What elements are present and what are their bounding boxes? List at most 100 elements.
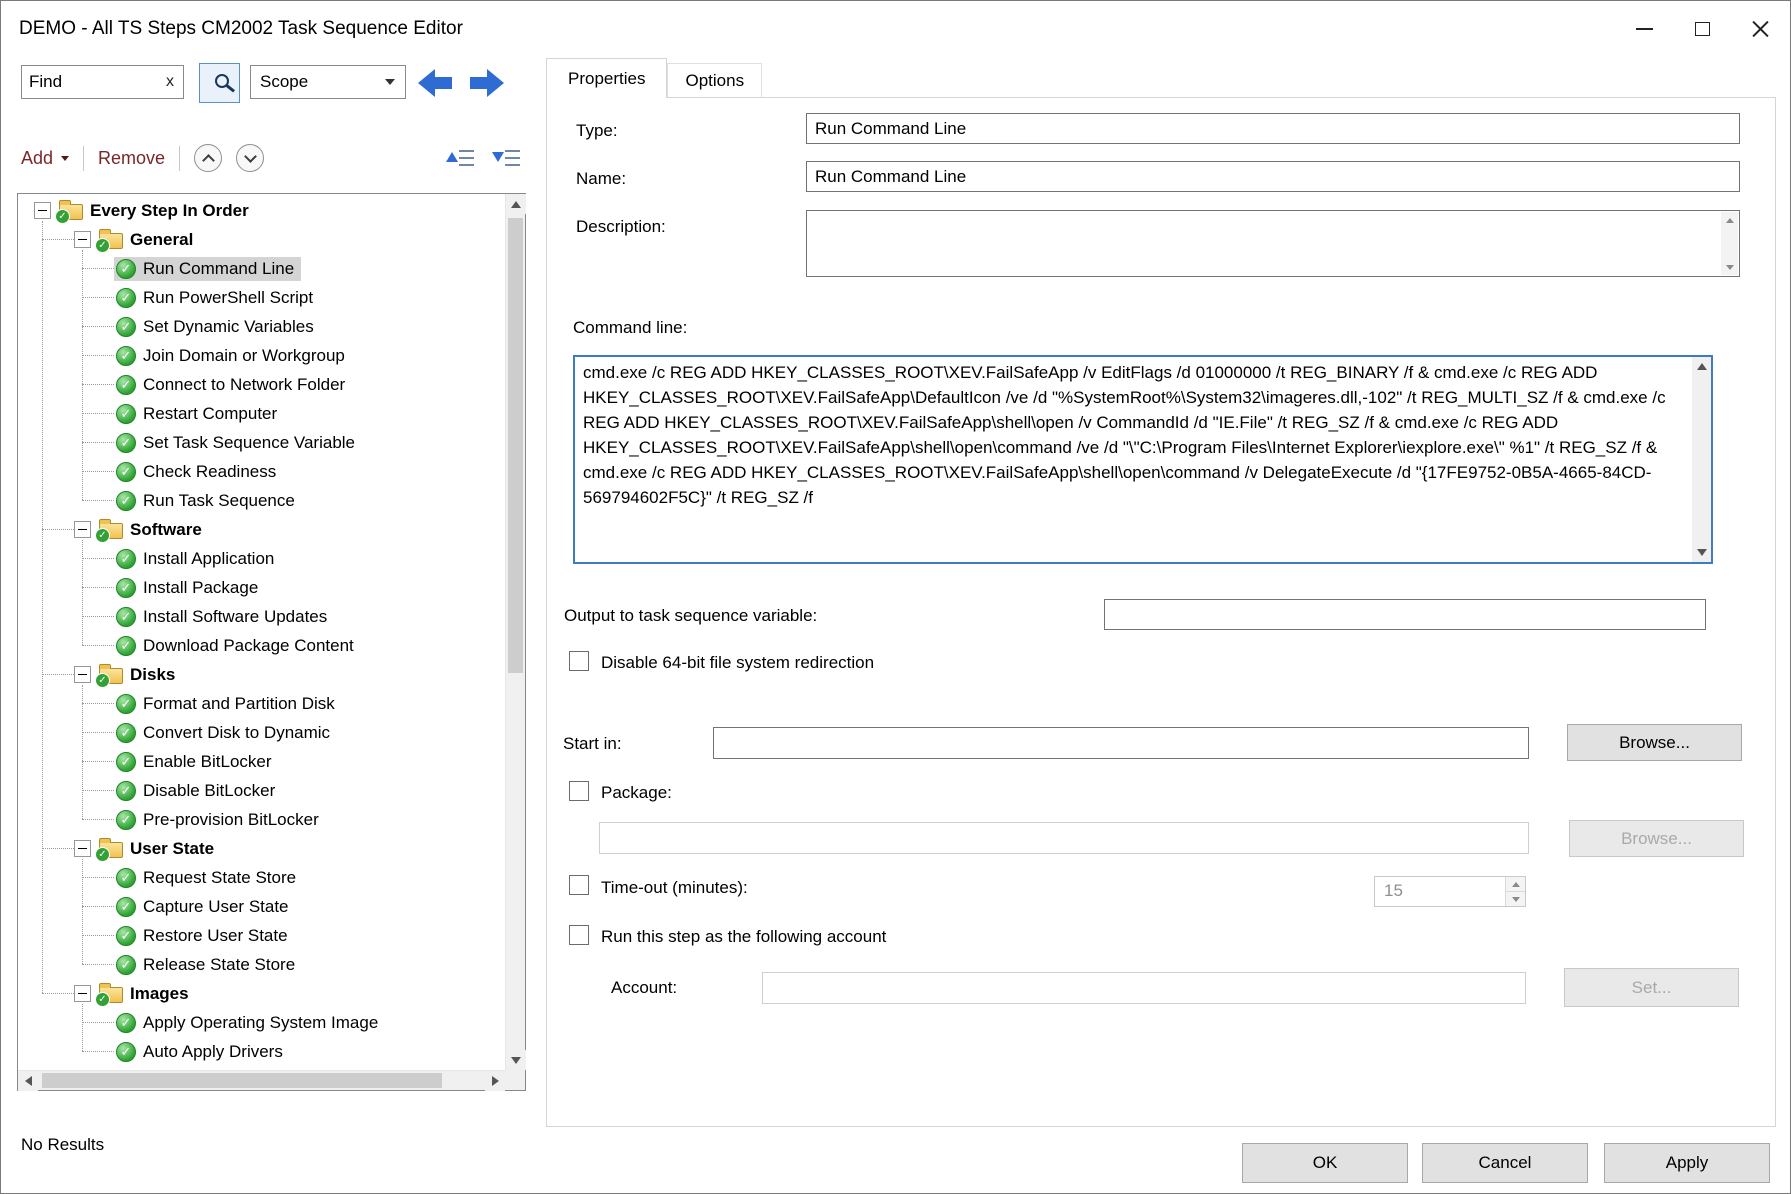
tree-connector-line [82,877,114,878]
move-down-button[interactable] [236,144,264,172]
ok-button[interactable]: OK [1242,1143,1408,1183]
timeout-checkbox[interactable] [569,875,589,895]
tree-item-format-and-partition-disk[interactable]: Format and Partition Disk [18,689,505,718]
scroll-up-button[interactable] [1692,357,1711,376]
tree-item-download-package-content[interactable]: Download Package Content [18,631,505,660]
tree-item-user-state[interactable]: User State [18,834,505,863]
tree-item-apply-operating-system-image[interactable]: Apply Operating System Image [18,1008,505,1037]
scope-dropdown[interactable]: Scope [250,65,406,99]
tree-connector-line [82,1022,114,1023]
timeout-spinner: 15 [1374,876,1526,907]
start-in-browse-button[interactable]: Browse... [1567,724,1742,761]
tree-expander-minus-icon[interactable] [74,840,91,857]
tree-item-label: Set Dynamic Variables [143,317,314,337]
type-field[interactable] [806,113,1740,144]
green-check-icon [116,694,136,714]
next-result-button[interactable] [463,67,507,99]
tree-item-run-powershell-script[interactable]: Run PowerShell Script [18,283,505,312]
tree-item-install-application[interactable]: Install Application [18,544,505,573]
tree-item-general[interactable]: General [18,225,505,254]
horizontal-scrollbar-thumb[interactable] [42,1073,442,1088]
description-scrollbar[interactable] [1721,212,1738,275]
tree-item-run-task-sequence[interactable]: Run Task Sequence [18,486,505,515]
tree-item-request-state-store[interactable]: Request State Store [18,863,505,892]
tree-item-images[interactable]: Images [18,979,505,1008]
tree-item-auto-apply-drivers[interactable]: Auto Apply Drivers [18,1037,505,1066]
scroll-up-button[interactable] [506,194,526,214]
move-up-button[interactable] [194,144,222,172]
tree-expander-minus-icon[interactable] [74,231,91,248]
tree-expander-minus-icon[interactable] [34,202,51,219]
search-button[interactable] [199,63,240,103]
tree-item-software[interactable]: Software [18,515,505,544]
tree-item-convert-disk-to-dynamic[interactable]: Convert Disk to Dynamic [18,718,505,747]
add-button[interactable]: Add [21,148,69,169]
package-checkbox[interactable] [569,781,589,801]
tree-item-capture-user-state[interactable]: Capture User State [18,892,505,921]
expand-all-button[interactable] [490,145,520,171]
tree-vertical-scrollbar[interactable] [505,194,525,1070]
command-line-field[interactable]: cmd.exe /c REG ADD HKEY_CLASSES_ROOT\XEV… [573,355,1713,564]
vertical-scrollbar-thumb[interactable] [508,218,523,673]
tree-connector-line [82,964,114,965]
scroll-left-button[interactable] [18,1071,38,1091]
description-field[interactable] [806,210,1740,277]
disable-redirection-checkbox[interactable] [569,651,589,671]
tree-item-set-dynamic-variables[interactable]: Set Dynamic Variables [18,312,505,341]
spinner-down-button[interactable] [1506,891,1525,906]
tree-view: Every Step In OrderGeneralRun Command Li… [18,194,505,1070]
close-button[interactable] [1731,1,1789,56]
name-field[interactable] [806,161,1740,192]
tree-expander-minus-icon[interactable] [74,666,91,683]
tree-expander-minus-icon[interactable] [74,985,91,1002]
tree-item-disable-bitlocker[interactable]: Disable BitLocker [18,776,505,805]
tree-item-disks[interactable]: Disks [18,660,505,689]
command-line-scrollbar[interactable] [1692,357,1711,562]
tree-item-enable-bitlocker[interactable]: Enable BitLocker [18,747,505,776]
tab-properties[interactable]: Properties [546,58,667,98]
scroll-up-button[interactable] [1721,212,1738,228]
tree-item-install-software-updates[interactable]: Install Software Updates [18,602,505,631]
green-check-icon [116,897,136,917]
apply-button[interactable]: Apply [1604,1143,1770,1183]
tree-item-label: Capture User State [143,897,289,917]
tree-item-connect-to-network-folder[interactable]: Connect to Network Folder [18,370,505,399]
tree-item-check-readiness[interactable]: Check Readiness [18,457,505,486]
tree-item-restart-computer[interactable]: Restart Computer [18,399,505,428]
tree-item-pre-provision-bitlocker[interactable]: Pre-provision BitLocker [18,805,505,834]
scope-dropdown-value: Scope [260,72,308,92]
output-variable-field[interactable] [1104,599,1706,630]
previous-result-button[interactable] [415,67,459,99]
remove-button[interactable]: Remove [98,148,165,169]
scroll-down-button[interactable] [506,1050,526,1070]
tree-item-run-command-line[interactable]: Run Command Line [18,254,505,283]
tree-item-restore-user-state[interactable]: Restore User State [18,921,505,950]
run-as-checkbox[interactable] [569,925,589,945]
tree-connector-line [82,471,114,472]
tree-connector-line [82,500,114,501]
find-input[interactable] [22,72,157,92]
tree-item-install-package[interactable]: Install Package [18,573,505,602]
clear-find-button[interactable]: x [157,73,183,91]
tree-item-join-domain-or-workgroup[interactable]: Join Domain or Workgroup [18,341,505,370]
tree-item-release-state-store[interactable]: Release State Store [18,950,505,979]
scroll-down-button[interactable] [1721,259,1738,275]
minimize-button[interactable] [1615,1,1673,56]
spinner-up-button[interactable] [1506,877,1525,891]
tree-horizontal-scrollbar[interactable] [18,1070,505,1090]
tree-connector-line [82,703,114,704]
scroll-down-button[interactable] [1692,543,1711,562]
cancel-button[interactable]: Cancel [1422,1143,1588,1183]
tree-connector-line [82,1051,114,1052]
tree-expander-minus-icon[interactable] [74,521,91,538]
tab-options[interactable]: Options [667,63,762,97]
start-in-field[interactable] [713,727,1529,759]
tree-item-every-step-in-order[interactable]: Every Step In Order [18,196,505,225]
collapse-all-button[interactable] [444,145,474,171]
green-check-icon [116,317,136,337]
tree-item-set-task-sequence-variable[interactable]: Set Task Sequence Variable [18,428,505,457]
maximize-button[interactable] [1673,1,1731,56]
scroll-right-button[interactable] [485,1071,505,1091]
expand-tree-icon [490,146,520,170]
add-button-label: Add [21,148,53,169]
